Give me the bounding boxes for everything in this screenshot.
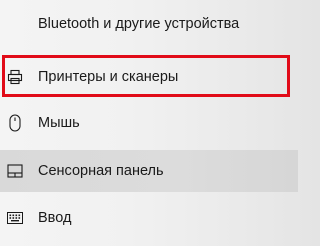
sidebar-item-input[interactable]: Ввод: [0, 198, 298, 238]
sidebar-item-label: Мышь: [38, 115, 80, 131]
touchpad-icon: [6, 162, 24, 180]
sidebar-item-label: Bluetooth и другие устройства: [38, 16, 240, 32]
printer-icon: [6, 68, 24, 86]
sidebar-item-label: Сенсорная панель: [38, 163, 164, 179]
bluetooth-devices-icon: [6, 15, 24, 33]
sidebar-item-printers[interactable]: Принтеры и сканеры: [0, 57, 298, 97]
sidebar-item-touchpad[interactable]: Сенсорная панель: [0, 150, 298, 192]
sidebar-item-mouse[interactable]: Мышь: [0, 103, 298, 143]
mouse-icon: [6, 114, 24, 132]
keyboard-icon: [6, 209, 24, 227]
sidebar-item-bluetooth[interactable]: Bluetooth и другие устройства: [0, 6, 298, 42]
sidebar-item-label: Принтеры и сканеры: [38, 69, 179, 85]
sidebar-item-label: Ввод: [38, 210, 72, 226]
